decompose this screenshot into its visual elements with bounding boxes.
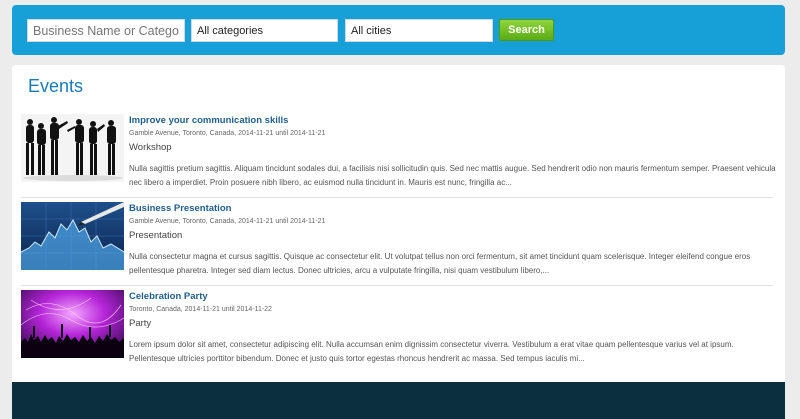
search-button[interactable]: Search bbox=[499, 19, 554, 41]
page-footer bbox=[12, 382, 785, 419]
event-description: Lorem ipsum dolor sit amet, consectetur … bbox=[129, 340, 734, 363]
events-panel: Events Improve your communication skills… bbox=[12, 65, 785, 382]
event-title-link[interactable]: Business Presentation bbox=[129, 203, 231, 214]
city-select[interactable] bbox=[345, 19, 493, 42]
event-meta: Gamble Avenue, Toronto, Canada, 2014-11-… bbox=[129, 130, 326, 137]
event-title-link[interactable]: Improve your communication skills bbox=[129, 115, 288, 126]
event-type: Workshop bbox=[129, 142, 172, 153]
event-item: Business Presentation Gamble Avenue, Tor… bbox=[21, 202, 773, 286]
search-bar: Search bbox=[12, 5, 785, 55]
event-image-stock-chart[interactable] bbox=[21, 202, 124, 270]
page-title: Events bbox=[28, 76, 84, 96]
category-select[interactable] bbox=[191, 19, 338, 42]
event-meta: Toronto, Canada, 2014-11-21 until 2014-1… bbox=[129, 306, 272, 313]
event-meta: Gamble Avenue, Toronto, Canada, 2014-11-… bbox=[129, 218, 326, 225]
event-title-link[interactable]: Celebration Party bbox=[129, 291, 208, 302]
event-description: Nulla sagittis pretium sagittis. Aliquam… bbox=[129, 164, 776, 187]
event-item: Celebration Party Toronto, Canada, 2014-… bbox=[21, 290, 773, 374]
event-description: Nulla consectetur magna et cursus sagitt… bbox=[129, 252, 751, 275]
event-image-silhouettes[interactable] bbox=[21, 114, 124, 182]
keyword-search-input[interactable] bbox=[27, 19, 185, 42]
event-type: Party bbox=[129, 318, 152, 329]
event-image-party[interactable] bbox=[21, 290, 124, 358]
event-type: Presentation bbox=[129, 230, 183, 241]
event-item: Improve your communication skills Gamble… bbox=[21, 114, 776, 198]
